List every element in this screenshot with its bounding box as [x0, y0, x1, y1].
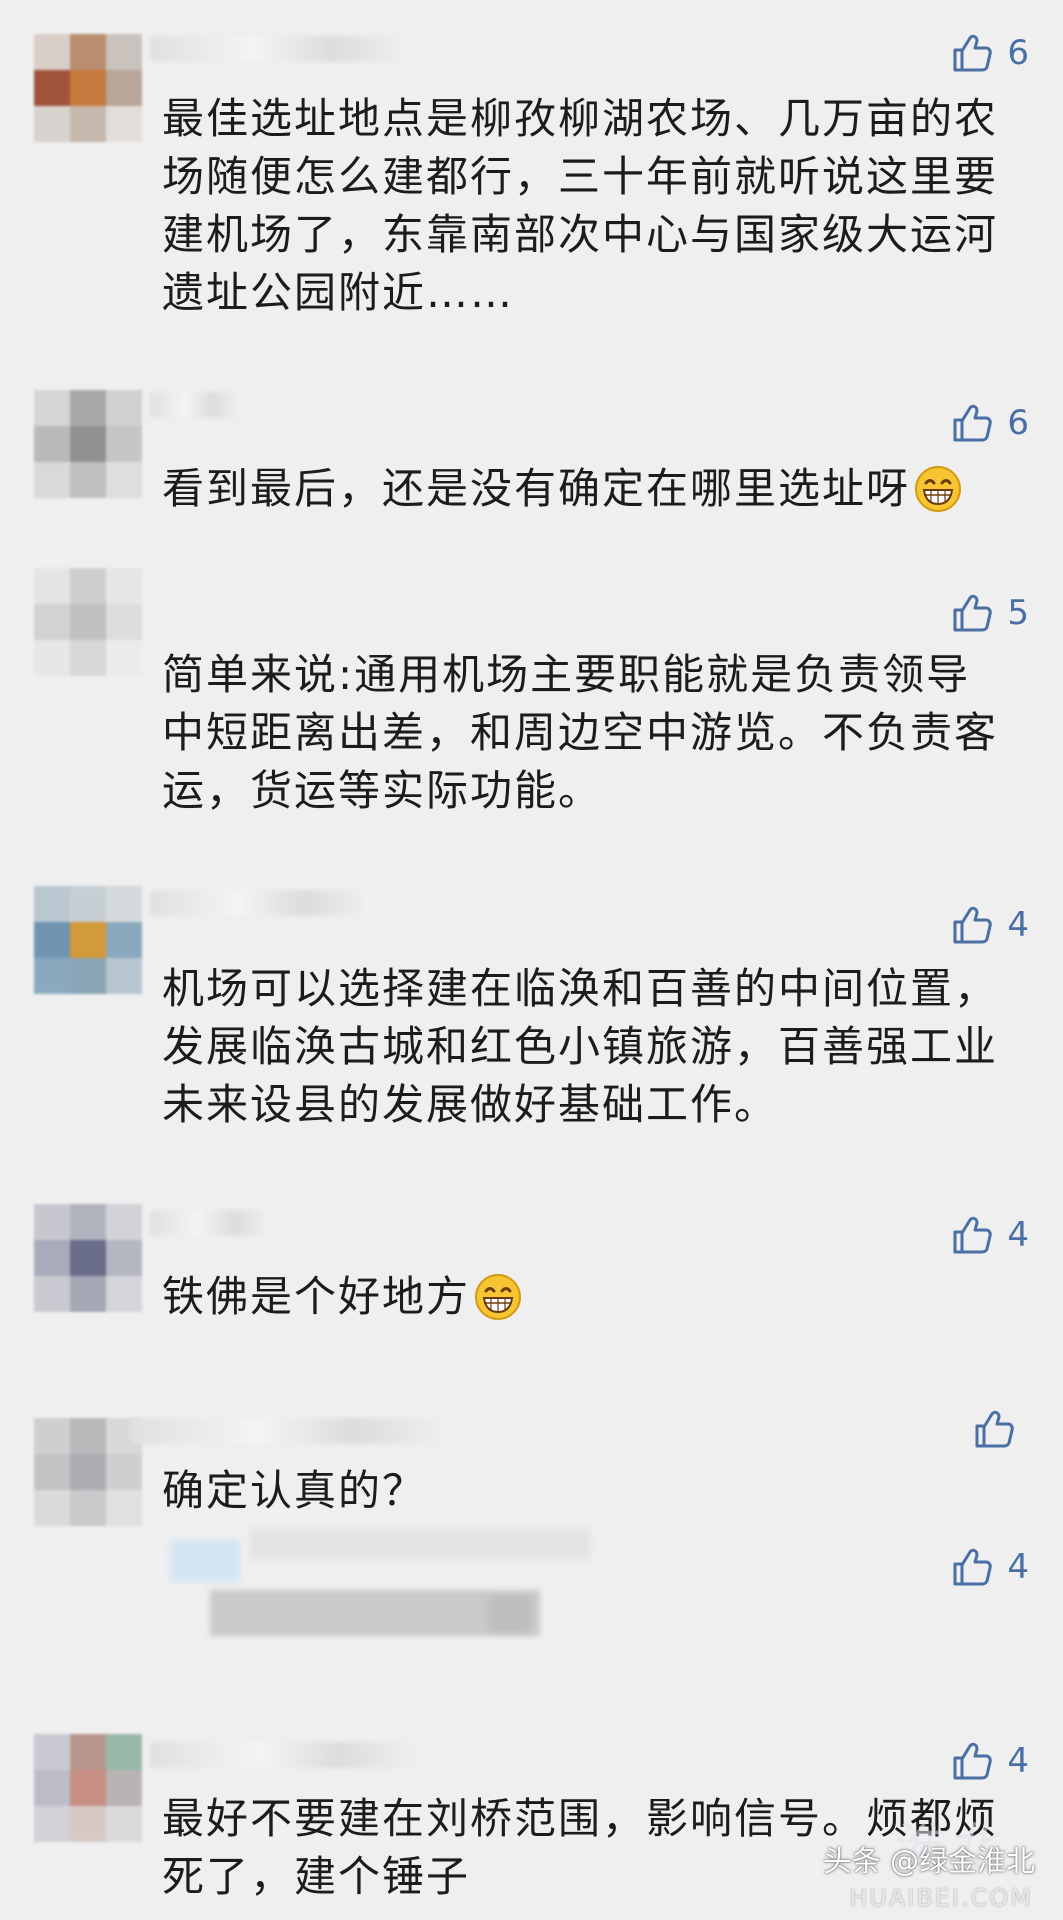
- reply-content-blurred: [490, 1596, 530, 1632]
- like-button[interactable]: 4: [951, 1542, 1029, 1592]
- like-button[interactable]: [973, 1404, 1029, 1454]
- thumbs-up-icon: [973, 1408, 1015, 1450]
- comment-text: 铁佛是个好地方: [162, 1268, 1012, 1326]
- thumbs-up-icon: [951, 1214, 993, 1256]
- comment-text: 看到最后，还是没有确定在哪里选址呀: [162, 460, 1012, 518]
- comment-text: 最佳选址地点是柳孜柳湖农场、几万亩的农场随便怎么建都行，三十年前就听说这里要建机…: [162, 94, 999, 317]
- avatar[interactable]: [34, 1204, 142, 1312]
- username-blurred[interactable]: [150, 392, 240, 418]
- like-count: 4: [1007, 1215, 1029, 1255]
- username-blurred[interactable]: [150, 1742, 420, 1768]
- thumbs-up-icon: [951, 1546, 993, 1588]
- comment-text-content: 铁佛是个好地方: [162, 1272, 471, 1321]
- like-button[interactable]: 4: [951, 900, 1029, 950]
- avatar[interactable]: [34, 886, 142, 994]
- reply-avatar-blurred[interactable]: [170, 1540, 240, 1582]
- reply-username-blurred: [250, 1528, 590, 1560]
- avatar[interactable]: [34, 1734, 142, 1842]
- username-blurred[interactable]: [150, 1210, 270, 1236]
- avatar[interactable]: [34, 34, 142, 142]
- like-button[interactable]: 5: [951, 588, 1029, 638]
- grinning-face-icon: [914, 465, 962, 513]
- avatar[interactable]: [34, 568, 142, 676]
- grinning-face-icon: [474, 1273, 522, 1321]
- watermark-source: 头条 @绿金淮北: [822, 1844, 1035, 1878]
- username-blurred[interactable]: [150, 890, 370, 916]
- like-button[interactable]: 6: [951, 28, 1029, 78]
- like-button[interactable]: 6: [951, 398, 1029, 448]
- thumbs-up-icon: [951, 1740, 993, 1782]
- like-count: 6: [1007, 403, 1029, 443]
- thumbs-up-icon: [951, 592, 993, 634]
- comment-text: 机场可以选择建在临涣和百善的中间位置，发展临涣古城和红色小镇旅游，百善强工业未来…: [162, 964, 999, 1129]
- like-count: 4: [1007, 1547, 1029, 1587]
- comment-text: 确定认真的？: [162, 1466, 427, 1515]
- avatar[interactable]: [34, 1418, 142, 1526]
- watermark-site: HUAIBEI.COM: [849, 1884, 1033, 1912]
- username-blurred[interactable]: [150, 36, 410, 62]
- like-button[interactable]: 4: [951, 1210, 1029, 1260]
- thumbs-up-icon: [951, 32, 993, 74]
- comment-text-content: 看到最后，还是没有确定在哪里选址呀: [162, 464, 911, 513]
- like-count: 4: [1007, 905, 1029, 945]
- thumbs-up-icon: [951, 402, 993, 444]
- like-count: 5: [1007, 593, 1029, 633]
- like-count: 6: [1007, 33, 1029, 73]
- thumbs-up-icon: [951, 904, 993, 946]
- like-button[interactable]: 4: [951, 1736, 1029, 1786]
- username-blurred[interactable]: [130, 1418, 450, 1444]
- avatar[interactable]: [34, 390, 142, 498]
- comment-text: 简单来说:通用机场主要职能就是负责领导中短距离出差，和周边空中游览。不负责客运，…: [162, 650, 999, 815]
- like-count: 4: [1007, 1741, 1029, 1781]
